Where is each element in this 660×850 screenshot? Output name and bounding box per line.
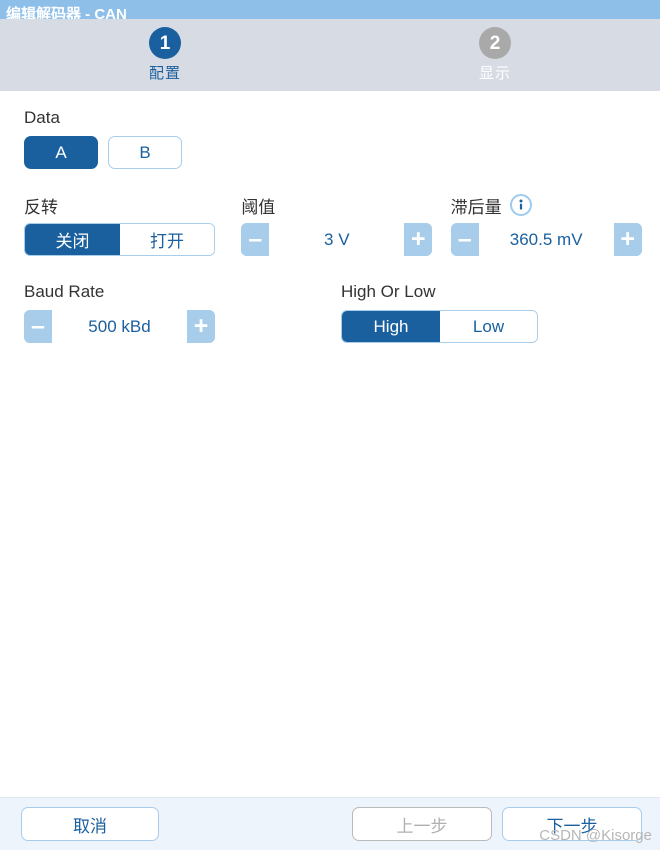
baud-rate-label: Baud Rate — [24, 281, 341, 303]
threshold-stepper: – 3 V + — [241, 223, 433, 256]
row-baudrate-highlow: Baud Rate – 500 kBd + High Or Low High L… — [0, 281, 660, 343]
hysteresis-value[interactable]: 360.5 mV — [478, 223, 614, 256]
data-channel-group: A B — [24, 136, 182, 169]
field-threshold: 阈值 – 3 V + — [241, 194, 450, 256]
hysteresis-label: 滞后量 — [450, 194, 660, 217]
threshold-increment-button[interactable]: + — [404, 223, 433, 256]
field-hysteresis: 滞后量 – 360.5 mV + — [450, 194, 660, 256]
row-invert-threshold-hysteresis: 反转 关闭 打开 阈值 – 3 V + 滞后量 – 360.5 mV + — [0, 194, 660, 256]
hysteresis-stepper: – 360.5 mV + — [450, 223, 642, 256]
step-1-number-badge: 1 — [149, 27, 181, 59]
dialog-footer: 取消 上一步 下一步 CSDN @Kisorge — [0, 797, 660, 850]
data-option-a[interactable]: A — [24, 136, 98, 169]
invert-label: 反转 — [24, 194, 241, 217]
invert-option-on[interactable]: 打开 — [120, 224, 214, 255]
wizard-step-1[interactable]: 1 配置 — [0, 27, 330, 83]
threshold-value[interactable]: 3 V — [269, 223, 405, 256]
threshold-label: 阈值 — [241, 194, 450, 217]
high-or-low-label: High Or Low — [341, 281, 561, 303]
field-invert: 反转 关闭 打开 — [24, 194, 241, 256]
threshold-decrement-button[interactable]: – — [241, 223, 270, 256]
next-button[interactable]: 下一步 — [502, 807, 642, 841]
invert-option-off[interactable]: 关闭 — [25, 224, 120, 255]
wizard-page-configure: Data A B 反转 关闭 打开 阈值 – 3 V + 滞后量 – 360.5… — [0, 91, 660, 797]
field-data: Data A B — [24, 107, 182, 169]
data-label: Data — [24, 107, 182, 129]
wizard-step-header: 1 配置 2 显示 — [0, 19, 660, 91]
high-or-low-option-low[interactable]: Low — [440, 311, 537, 342]
previous-button[interactable]: 上一步 — [352, 807, 492, 841]
baud-rate-value[interactable]: 500 kBd — [52, 310, 187, 343]
invert-toggle-group: 关闭 打开 — [24, 223, 215, 256]
high-or-low-label-text: High Or Low — [341, 282, 436, 301]
wizard-step-2[interactable]: 2 显示 — [330, 27, 660, 83]
baud-rate-label-text: Baud Rate — [24, 282, 105, 301]
invert-label-text: 反转 — [24, 197, 58, 217]
baud-rate-stepper: – 500 kBd + — [24, 310, 215, 343]
window-title: 编辑解码器 - CAN — [6, 6, 127, 19]
threshold-label-text: 阈值 — [241, 197, 276, 217]
cancel-button[interactable]: 取消 — [21, 807, 159, 841]
window-titlebar: 编辑解码器 - CAN — [0, 0, 660, 19]
hysteresis-label-text: 滞后量 — [450, 197, 502, 217]
baud-rate-decrement-button[interactable]: – — [24, 310, 52, 343]
high-or-low-option-high[interactable]: High — [342, 311, 440, 342]
data-option-b[interactable]: B — [108, 136, 182, 169]
info-icon[interactable] — [509, 194, 532, 216]
baud-rate-increment-button[interactable]: + — [187, 310, 215, 343]
step-2-number-badge: 2 — [479, 27, 511, 59]
field-baud-rate: Baud Rate – 500 kBd + — [24, 281, 341, 343]
hysteresis-decrement-button[interactable]: – — [450, 223, 479, 256]
step-1-label: 配置 — [148, 65, 181, 82]
row-data: Data A B — [0, 107, 660, 169]
hysteresis-increment-button[interactable]: + — [613, 223, 642, 256]
step-2-label: 显示 — [478, 65, 511, 82]
field-high-or-low: High Or Low High Low — [341, 281, 561, 343]
data-label-text: Data — [24, 108, 60, 127]
high-or-low-toggle-group: High Low — [341, 310, 538, 343]
